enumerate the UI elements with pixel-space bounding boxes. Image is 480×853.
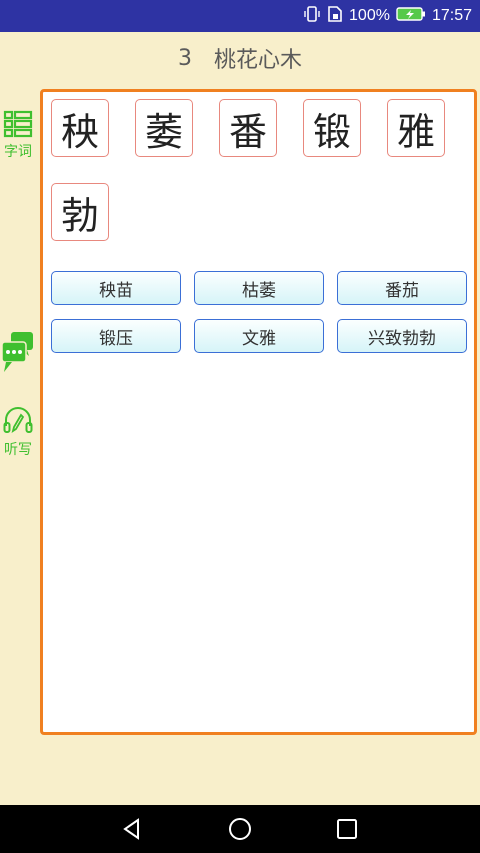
character-card[interactable]: 番 xyxy=(219,99,277,157)
page-title: 3 桃花心木 xyxy=(0,32,480,84)
character-card[interactable]: 勃 xyxy=(51,183,109,241)
word-button[interactable]: 番茄 xyxy=(337,271,467,305)
status-icons: 100% 17:57 xyxy=(303,0,472,32)
recents-icon[interactable] xyxy=(335,817,359,845)
word-grid: 秧苗 枯萎 番茄 锻压 文雅 兴致勃勃 xyxy=(51,271,469,353)
battery-charging-icon xyxy=(396,6,426,27)
character-card[interactable]: 萎 xyxy=(135,99,193,157)
character-grid: 秧 萎 番 锻 雅 勃 xyxy=(51,99,471,241)
battery-percent: 100% xyxy=(349,7,390,24)
word-button[interactable]: 文雅 xyxy=(194,319,324,353)
lesson-title: 桃花心木 xyxy=(213,48,302,73)
character-card[interactable]: 秧 xyxy=(51,99,109,157)
headphones-pen-icon xyxy=(3,407,33,440)
sim-card-icon xyxy=(327,5,343,28)
character-card[interactable]: 锻 xyxy=(303,99,361,157)
clock: 17:57 xyxy=(431,7,472,24)
word-button[interactable]: 锻压 xyxy=(51,319,181,353)
back-icon[interactable] xyxy=(120,817,144,845)
lesson-number: 3 xyxy=(177,45,192,71)
side-nav-label-vocabulary: 字词 xyxy=(4,144,32,160)
side-nav-item-vocabulary[interactable]: 字词 xyxy=(0,110,36,160)
word-button[interactable]: 枯萎 xyxy=(194,271,324,305)
word-button[interactable]: 秧苗 xyxy=(51,271,181,305)
system-nav-bar xyxy=(0,805,480,853)
vibrate-icon xyxy=(303,5,321,28)
side-nav-label-dictation: 听写 xyxy=(4,442,32,458)
home-icon[interactable] xyxy=(227,817,253,845)
side-nav-item-dictation[interactable]: 听写 xyxy=(0,406,36,458)
content-panel: 秧 萎 番 锻 雅 勃 秧苗 枯萎 番茄 锻压 文雅 兴致勃勃 xyxy=(40,89,477,735)
chat-bubbles-icon xyxy=(1,332,35,380)
grid-list-icon xyxy=(3,110,33,142)
side-nav-item-chat[interactable] xyxy=(0,330,36,382)
character-card[interactable]: 雅 xyxy=(387,99,445,157)
word-button[interactable]: 兴致勃勃 xyxy=(337,319,467,353)
status-bar: 100% 17:57 xyxy=(0,0,480,32)
